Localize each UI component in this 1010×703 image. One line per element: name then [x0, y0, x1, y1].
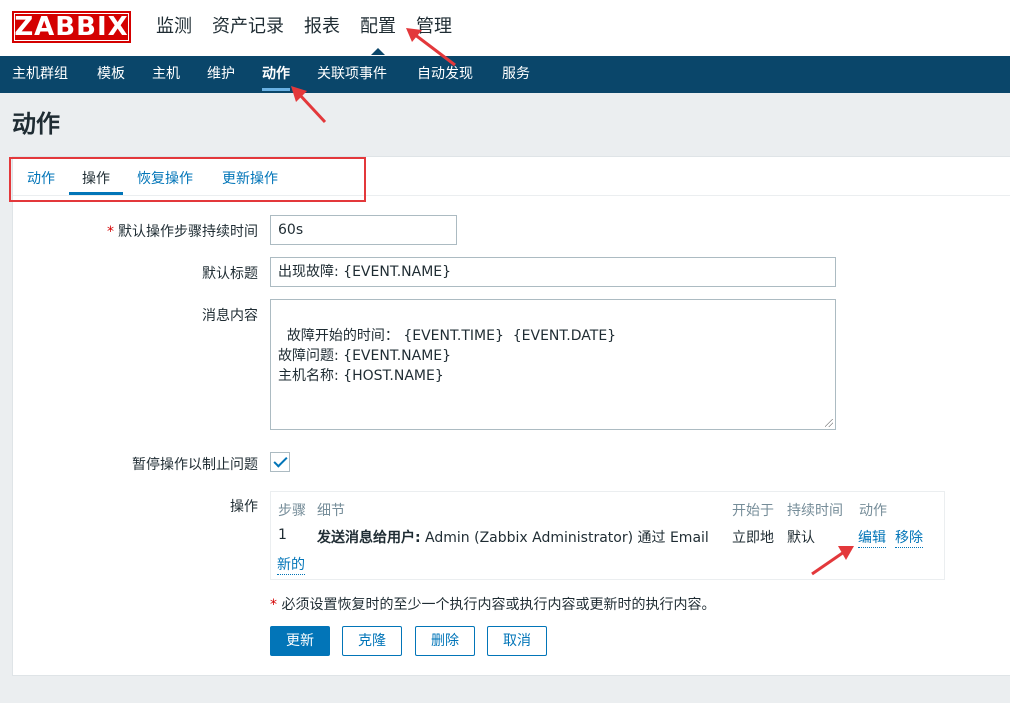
step-duration-label-text: 默认操作步骤持续时间 [118, 224, 258, 240]
top-header: ZABBIX 监测 资产记录 报表 配置 管理 [0, 0, 1010, 56]
arrow-to-actions-icon [291, 86, 327, 124]
arrow-to-config-icon [406, 28, 456, 67]
sub-nav-services[interactable]: 服务 [502, 56, 530, 93]
message-text: 故障开始的时间： {EVENT.TIME} {EVENT.DATE} 故障问题:… [278, 328, 617, 384]
logo-border [14, 13, 129, 41]
col-duration: 持续时间 [787, 503, 843, 519]
row-step: 1 [278, 527, 287, 543]
main-nav-inventory[interactable]: 资产记录 [212, 14, 284, 40]
col-step: 步骤 [278, 503, 306, 519]
update-button[interactable]: 更新 [270, 626, 330, 656]
main-nav-monitoring[interactable]: 监测 [156, 14, 192, 40]
step-duration-label: * 默认操作步骤持续时间 [40, 221, 258, 241]
row-start: 立即地 [732, 530, 774, 546]
required-marker: * [107, 224, 114, 240]
row-details-bold: 发送消息给用户: [317, 530, 421, 546]
clone-button[interactable]: 克隆 [342, 626, 402, 656]
resize-handle-icon[interactable] [825, 419, 833, 427]
step-duration-input[interactable]: 60s [270, 215, 457, 245]
sub-nav: 主机群组 模板 主机 维护 动作 关联项事件 自动发现 服务 [0, 56, 1010, 93]
tabs-highlight-box [9, 157, 366, 202]
required-note: * 必须设置恢复时的至少一个执行内容或执行内容或更新时的执行内容。 [270, 594, 715, 614]
arrow-to-edit-icon [811, 546, 854, 576]
note-marker: * [270, 597, 277, 613]
subject-input[interactable]: 出现故障: {EVENT.NAME} [270, 257, 836, 287]
col-action: 动作 [859, 503, 887, 519]
page-title: 动作 [12, 110, 60, 138]
row-details: 发送消息给用户: Admin (Zabbix Administrator) 通过… [317, 527, 709, 547]
subject-label: 默认标题 [202, 266, 258, 282]
message-label: 消息内容 [202, 308, 258, 324]
pause-label: 暂停操作以制止问题 [132, 457, 258, 473]
main-nav-configuration[interactable]: 配置 [360, 14, 396, 55]
col-details: 细节 [317, 503, 345, 519]
edit-link[interactable]: 编辑 [858, 527, 886, 548]
main-nav-reports[interactable]: 报表 [304, 14, 340, 40]
sub-nav-hosts[interactable]: 主机 [152, 56, 180, 93]
sub-nav-maintenance[interactable]: 维护 [207, 56, 235, 93]
new-operation-link[interactable]: 新的 [277, 554, 305, 575]
delete-button[interactable]: 删除 [415, 626, 475, 656]
cancel-button[interactable]: 取消 [487, 626, 547, 656]
row-details-rest: Admin (Zabbix Administrator) 通过 Email [420, 530, 709, 546]
note-text: 必须设置恢复时的至少一个执行内容或执行内容或更新时的执行内容。 [277, 597, 716, 613]
zabbix-logo[interactable]: ZABBIX [12, 11, 131, 43]
remove-link[interactable]: 移除 [895, 527, 923, 548]
operations-label: 操作 [230, 499, 258, 515]
sub-nav-host-groups[interactable]: 主机群组 [12, 56, 68, 93]
col-start-in: 开始于 [732, 503, 774, 519]
message-textarea[interactable]: 故障开始的时间： {EVENT.TIME} {EVENT.DATE} 故障问题:… [270, 299, 836, 430]
sub-nav-templates[interactable]: 模板 [97, 56, 125, 93]
pause-checkbox[interactable] [270, 452, 290, 472]
